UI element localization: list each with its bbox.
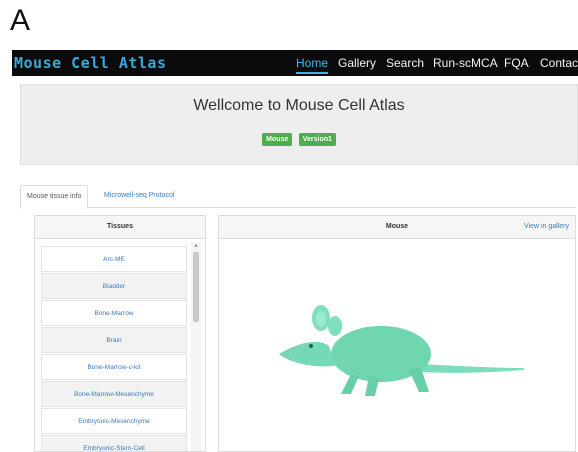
- tab-mouse-tissue-info[interactable]: Mouse tissue info: [20, 185, 89, 209]
- mouse-panel-title: Mouse: [385, 223, 409, 230]
- badge-mouse[interactable]: Mouse: [262, 133, 293, 146]
- nav-fqa-label: FQA: [504, 56, 529, 70]
- tissue-item-bone-marrow-c-kit[interactable]: Bone-Marrow-c-kit: [41, 354, 187, 380]
- scrollbar-thumb[interactable]: [193, 252, 199, 322]
- tissue-list: Arc-ME Bladder Bone-Marrow Brain Bone-Ma…: [41, 246, 187, 451]
- nav-run-scmca-label: Run-scMCA: [433, 56, 498, 70]
- tissue-item-bone-marrow[interactable]: Bone-Marrow: [41, 300, 187, 326]
- tissue-item-bladder[interactable]: Bladder: [41, 273, 187, 299]
- tissue-item-bone-marrow-mesenchyme[interactable]: Bone-Marrow-Mesenchyme: [41, 381, 187, 407]
- mouse-panel: Mouse View in gallery: [218, 215, 576, 452]
- nav-home-label: Home: [296, 56, 329, 70]
- nav-contact-label: Contact: [540, 56, 578, 70]
- scroll-up-icon[interactable]: ▲: [191, 242, 201, 250]
- nav-run-scmca[interactable]: Run-scMCA: [433, 50, 498, 76]
- tab-bar: Mouse tissue info Microwell-seq Protocol: [20, 185, 576, 209]
- tissue-item-arc-me[interactable]: Arc-ME: [41, 246, 187, 272]
- tissue-item-embryonic-stem-cell[interactable]: Embryonic-Stem-Cell: [41, 435, 187, 451]
- badge-version[interactable]: Version1: [298, 133, 336, 146]
- panel-label: A: [10, 4, 31, 37]
- nav-home[interactable]: Home: [296, 50, 329, 76]
- view-in-gallery-link[interactable]: View in gallery: [524, 216, 569, 238]
- tissues-header: Tissues: [35, 216, 205, 239]
- nav-fqa[interactable]: FQA: [504, 50, 529, 76]
- badge-group: Mouse Version1: [21, 128, 577, 146]
- active-underline: [296, 72, 329, 74]
- nav-gallery-label: Gallery: [338, 56, 377, 70]
- nav-search[interactable]: Search: [386, 50, 424, 76]
- top-navbar: Mouse Cell Atlas Home Gallery Search Run…: [12, 50, 578, 76]
- tab-microwell-protocol[interactable]: Microwell-seq Protocol: [98, 185, 180, 207]
- welcome-title: Wellcome to Mouse Cell Atlas: [193, 97, 405, 114]
- mouse-3d-model[interactable]: [269, 296, 529, 406]
- tissue-item-embryonic-mesenchyme[interactable]: Embryonic-Mesenchyme: [41, 408, 187, 434]
- nav-search-label: Search: [386, 56, 425, 70]
- brand-logo[interactable]: Mouse Cell Atlas: [14, 54, 167, 72]
- tissue-item-brain[interactable]: Brain: [41, 327, 187, 353]
- nav-contact[interactable]: Contact: [540, 50, 578, 76]
- tissue-scrollbar[interactable]: ▲: [191, 242, 201, 451]
- welcome-banner: Wellcome to Mouse Cell Atlas Mouse Versi…: [20, 84, 578, 165]
- mouse-panel-header: Mouse View in gallery: [219, 216, 575, 239]
- nav-gallery[interactable]: Gallery: [338, 50, 376, 76]
- tissues-panel: Tissues Arc-ME Bladder Bone-Marrow Brain…: [34, 215, 206, 452]
